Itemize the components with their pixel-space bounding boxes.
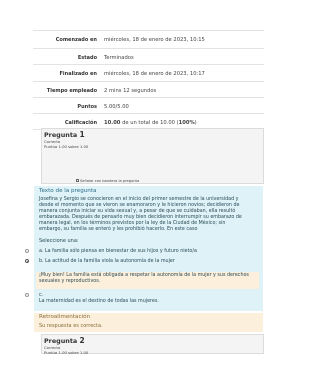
time-value: 2 mins 12 segundos	[104, 88, 157, 94]
grade-value-end: )	[194, 120, 197, 126]
summary-row-state: Estado Terminados	[33, 48, 264, 64]
grade-label: Calificación	[64, 120, 97, 126]
question-2-info: Pregunta 2 Correcta Puntúa 1.00 sobre 1.…	[41, 334, 264, 355]
grade-value-mid: de un total de 10.00 (	[120, 120, 179, 126]
answer-option-b-label: b. La actitud de la familia viola la aut…	[39, 259, 175, 264]
answer-option-c[interactable]: c. La maternidad es el destino de todas …	[25, 292, 259, 306]
grade-value: 10.00 de un total de 10.00 (100%)	[101, 114, 264, 126]
answer-option-c-feedback: ¡Muy bien! La familia está obligada a re…	[36, 272, 259, 289]
started-label: Comenzado en	[55, 37, 97, 43]
question-text: Josefina y Sergio se conocieron en el in…	[39, 197, 242, 233]
summary-row-started: Comenzado en miércoles, 18 de enero de 2…	[33, 30, 264, 48]
question-1-score: Puntúa 1.00 sobre 1.00	[44, 144, 89, 149]
flag-question-1-label: Señalar con bandera la pregunta	[80, 179, 140, 183]
summary-row-points: Puntos 5.00/5.00	[33, 97, 264, 113]
question-2-num: 2	[79, 336, 85, 345]
answer-option-c-label: La maternidad es el destino de todas las…	[39, 299, 159, 304]
select-one-label: Seleccione una:	[39, 237, 79, 244]
question-2-label: Pregunta	[44, 337, 78, 345]
answer-option-a[interactable]: a. La familia sólo piensa en bienestar d…	[25, 248, 259, 256]
question-1-label: Pregunta	[44, 131, 78, 139]
answer-option-b[interactable]: b. La actitud de la familia viola la aut…	[25, 258, 259, 266]
flag-icon	[76, 179, 79, 182]
state-value: Terminados	[104, 55, 134, 61]
question-2-score: Puntúa 1.00 sobre 1.00	[44, 350, 89, 355]
points-label: Puntos	[77, 104, 97, 110]
finished-label: Finalizado en	[59, 71, 97, 77]
radio-option-c[interactable]	[25, 293, 29, 297]
flag-question-1[interactable]: Señalar con bandera la pregunta	[76, 179, 139, 183]
state-label: Estado	[77, 55, 97, 61]
feedback-text: Su respuesta es correcta.	[39, 323, 103, 329]
answer-option-a-label: a. La familia sólo piensa en bienestar d…	[39, 249, 197, 254]
quiz-summary-table: Comenzado en miércoles, 18 de enero de 2…	[33, 30, 264, 130]
summary-row-time: Tiempo empleado 2 mins 12 segundos	[33, 81, 264, 97]
question-2-number: Pregunta 2	[44, 336, 261, 346]
answer-option-c-feedback-text: ¡Muy bien! La familia está obligada a re…	[39, 273, 249, 284]
time-label: Tiempo empleado	[46, 88, 97, 94]
radio-option-a[interactable]	[25, 249, 29, 253]
answer-option-c-prefix: c.	[39, 293, 44, 298]
question-1-num: 1	[79, 130, 85, 139]
question-1-info: Pregunta 1 Correcta Puntúa 1.00 sobre 1.…	[41, 128, 264, 184]
feedback-title: Retroalimentación	[39, 314, 91, 320]
points-value: 5.00/5.00	[104, 104, 129, 110]
question-text-title: Texto de la pregunta	[39, 188, 97, 194]
summary-row-finished: Finalizado en miércoles, 18 de enero de …	[33, 64, 264, 81]
feedback-box: Retroalimentación Su respuesta es correc…	[34, 313, 263, 332]
grade-value-pct: 100%	[178, 120, 195, 126]
question-1-number: Pregunta 1	[44, 130, 261, 140]
radio-option-b[interactable]	[25, 259, 29, 263]
started-value: miércoles, 18 de enero de 2023, 10:15	[104, 37, 205, 43]
finished-value: miércoles, 18 de enero de 2023, 10:17	[104, 71, 205, 77]
grade-value-bold: 10.00	[104, 120, 121, 126]
